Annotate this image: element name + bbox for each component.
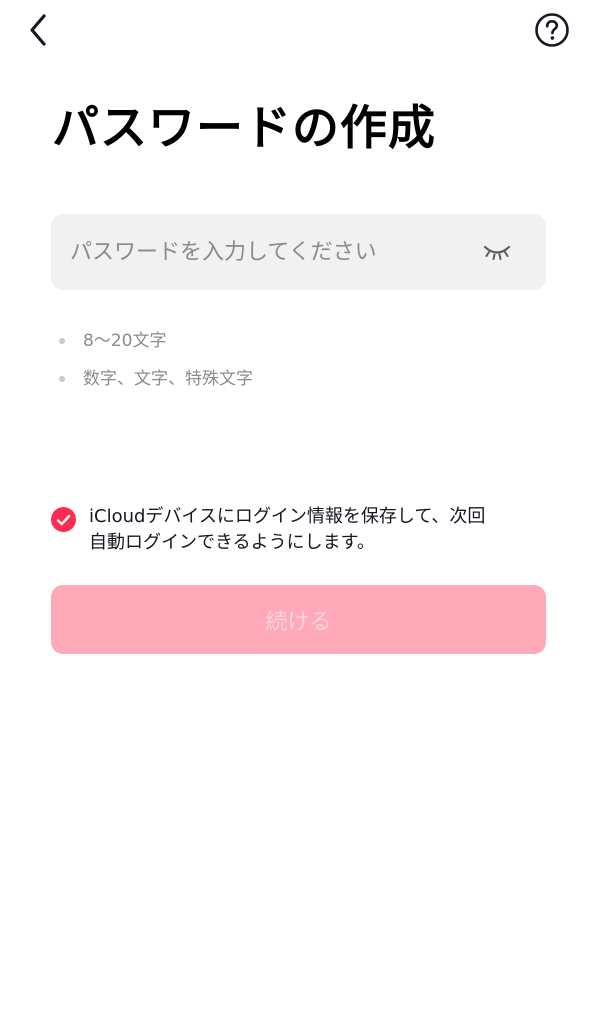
checkmark-icon	[56, 514, 71, 525]
question-circle-icon	[535, 13, 569, 47]
help-button[interactable]	[532, 10, 572, 50]
bullet-icon	[59, 376, 65, 382]
chevron-left-icon	[30, 14, 46, 46]
back-button[interactable]	[20, 10, 56, 50]
icloud-save-checkbox[interactable]	[51, 507, 76, 532]
continue-button[interactable]: 続ける	[51, 585, 546, 654]
rule-text: 数字、文字、特殊文字	[83, 369, 253, 389]
rule-item-characters: 数字、文字、特殊文字	[58, 364, 253, 402]
rule-item-length: 8〜20文字	[58, 326, 253, 364]
top-bar	[0, 0, 597, 64]
icloud-save-label-line2: 自動ログインできるようにします。	[89, 532, 375, 553]
password-input[interactable]	[51, 214, 471, 290]
icloud-save-label-line1: iCloudデバイスにログイン情報を保存して、次回	[89, 506, 486, 527]
bullet-icon	[59, 338, 65, 344]
rule-text: 8〜20文字	[83, 331, 167, 351]
eye-closed-icon	[483, 245, 511, 260]
password-field	[51, 214, 546, 290]
icloud-save-label: iCloudデバイスにログイン情報を保存して、次回 自動ログインできるようにしま…	[89, 504, 549, 556]
page-title: パスワードの作成	[52, 101, 436, 156]
password-rules: 8〜20文字 数字、文字、特殊文字	[58, 326, 253, 402]
password-visibility-toggle[interactable]	[479, 236, 515, 268]
